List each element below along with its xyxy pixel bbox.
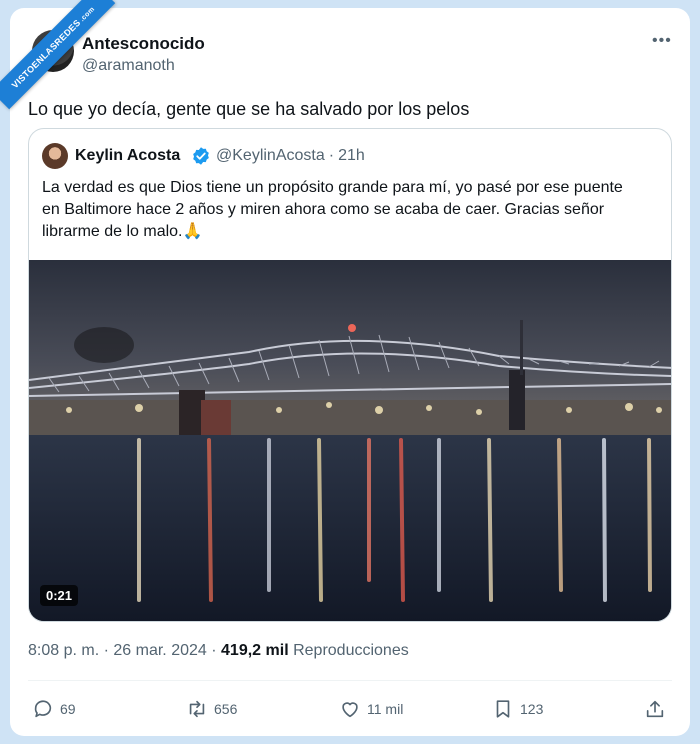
quoted-tweet[interactable]: Keylin Acosta @KeylinAcosta · 21h La verda… xyxy=(28,128,672,622)
video-duration: 0:21 xyxy=(40,585,79,606)
tweet-card: VISTOENLASREDES.com Antesconocido @arama… xyxy=(0,0,690,736)
views-count: 419,2 mil xyxy=(221,642,289,659)
tweet-date[interactable]: 26 mar. 2024 xyxy=(113,642,206,659)
quoted-handle[interactable]: @KeylinAcosta xyxy=(216,147,325,164)
repost-count: 656 xyxy=(214,701,238,717)
verified-badge-icon xyxy=(193,147,209,165)
reply-button[interactable]: 69 xyxy=(32,692,76,726)
share-icon xyxy=(646,700,664,718)
reply-icon xyxy=(34,700,52,718)
author-display-name[interactable]: Antesconocido xyxy=(82,34,205,54)
more-options-icon[interactable]: ••• xyxy=(652,32,672,50)
reply-count: 69 xyxy=(60,701,76,717)
like-button[interactable]: 11 mil xyxy=(339,692,403,726)
meta-separator: · xyxy=(103,642,109,659)
meta-separator-2: · xyxy=(211,642,217,659)
author-handle[interactable]: @aramanoth xyxy=(82,57,175,75)
video-player[interactable]: 0:21 xyxy=(29,260,671,621)
quoted-separator: · xyxy=(328,147,335,164)
like-count: 11 mil xyxy=(367,701,404,717)
share-button[interactable] xyxy=(644,692,666,726)
tweet-time[interactable]: 8:08 p. m. xyxy=(28,642,99,659)
tweet-meta: 8:08 p. m. · 26 mar. 2024 · 419,2 mil Re… xyxy=(28,642,409,660)
bookmark-button[interactable]: 123 xyxy=(492,692,543,726)
heart-icon xyxy=(342,702,358,718)
divider xyxy=(28,680,672,681)
bookmark-icon xyxy=(496,700,510,718)
quoted-time[interactable]: 21h xyxy=(338,147,365,164)
bridge-video-frame xyxy=(29,260,671,621)
views-label: Reproducciones xyxy=(293,642,409,659)
bookmark-count: 123 xyxy=(520,701,544,717)
watermark-suffix: .com xyxy=(78,5,97,24)
repost-button[interactable]: 656 xyxy=(186,692,237,726)
action-bar: 69 656 11 mil 123 xyxy=(10,692,690,726)
watermark-ribbon: VISTOENLASREDES.com xyxy=(0,0,116,110)
repost-icon xyxy=(189,700,205,718)
quoted-display-name[interactable]: Keylin Acosta xyxy=(75,147,180,165)
quoted-text: La verdad es que Dios tiene un propósito… xyxy=(42,179,623,240)
quoted-meta: @KeylinAcosta · 21h xyxy=(216,147,365,165)
quoted-avatar[interactable] xyxy=(42,143,68,169)
tweet-text: Lo que yo decía, gente que se ha salvado… xyxy=(28,99,470,119)
